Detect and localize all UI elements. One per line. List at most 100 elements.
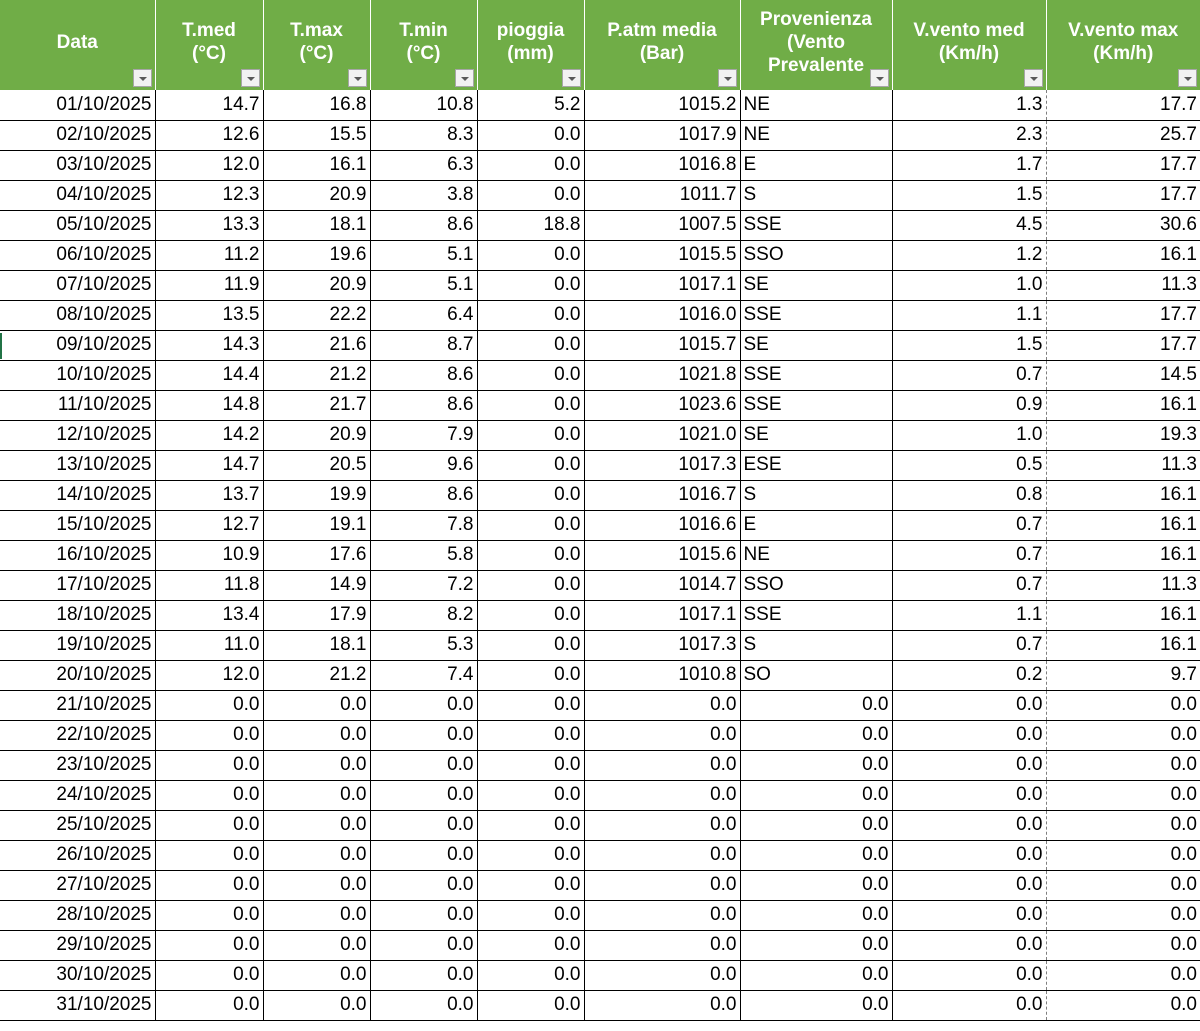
- cell-t-max[interactable]: 0.0: [263, 780, 371, 811]
- cell-t-min[interactable]: 5.3: [370, 630, 478, 661]
- cell-provenienza[interactable]: SE: [740, 270, 893, 301]
- cell-t-min[interactable]: 7.4: [370, 660, 478, 691]
- cell-provenienza[interactable]: 0.0: [740, 810, 893, 841]
- cell-t-max[interactable]: 14.9: [263, 570, 371, 601]
- cell-v-vento-max[interactable]: 0.0: [1046, 990, 1200, 1021]
- cell-date[interactable]: 16/10/2025: [0, 540, 156, 571]
- cell-p-atm[interactable]: 0.0: [584, 720, 741, 751]
- cell-pioggia[interactable]: 0.0: [477, 270, 585, 301]
- cell-v-vento-max[interactable]: 16.1: [1046, 630, 1200, 661]
- filter-dropdown-icon[interactable]: [454, 69, 474, 87]
- cell-date[interactable]: 14/10/2025: [0, 480, 156, 511]
- cell-t-med[interactable]: 12.3: [155, 180, 264, 211]
- cell-provenienza[interactable]: 0.0: [740, 870, 893, 901]
- cell-t-min[interactable]: 0.0: [370, 690, 478, 721]
- cell-v-vento-max[interactable]: 11.3: [1046, 450, 1200, 481]
- cell-provenienza[interactable]: S: [740, 180, 893, 211]
- cell-t-max[interactable]: 0.0: [263, 930, 371, 961]
- cell-p-atm[interactable]: 1017.9: [584, 120, 741, 151]
- filter-dropdown-icon[interactable]: [717, 69, 737, 87]
- cell-v-vento-max[interactable]: 11.3: [1046, 570, 1200, 601]
- cell-v-vento-max[interactable]: 17.7: [1046, 330, 1200, 361]
- cell-v-vento-med[interactable]: 0.0: [892, 720, 1047, 751]
- cell-t-med[interactable]: 0.0: [155, 690, 264, 721]
- cell-t-med[interactable]: 13.3: [155, 210, 264, 241]
- cell-t-max[interactable]: 0.0: [263, 840, 371, 871]
- cell-t-min[interactable]: 0.0: [370, 840, 478, 871]
- cell-t-max[interactable]: 0.0: [263, 690, 371, 721]
- cell-t-med[interactable]: 0.0: [155, 900, 264, 931]
- cell-t-max[interactable]: 20.9: [263, 270, 371, 301]
- cell-t-min[interactable]: 10.8: [370, 90, 478, 121]
- cell-p-atm[interactable]: 1011.7: [584, 180, 741, 211]
- cell-t-min[interactable]: 3.8: [370, 180, 478, 211]
- cell-t-med[interactable]: 12.0: [155, 660, 264, 691]
- cell-date[interactable]: 26/10/2025: [0, 840, 156, 871]
- cell-pioggia[interactable]: 0.0: [477, 600, 585, 631]
- cell-date[interactable]: 08/10/2025: [0, 300, 156, 331]
- cell-p-atm[interactable]: 1007.5: [584, 210, 741, 241]
- cell-t-max[interactable]: 18.1: [263, 210, 371, 241]
- cell-p-atm[interactable]: 1015.7: [584, 330, 741, 361]
- cell-p-atm[interactable]: 1023.6: [584, 390, 741, 421]
- cell-date[interactable]: 11/10/2025: [0, 390, 156, 421]
- cell-t-max[interactable]: 0.0: [263, 990, 371, 1021]
- cell-v-vento-max[interactable]: 0.0: [1046, 810, 1200, 841]
- cell-t-min[interactable]: 0.0: [370, 930, 478, 961]
- cell-provenienza[interactable]: NE: [740, 120, 893, 151]
- cell-date[interactable]: 28/10/2025: [0, 900, 156, 931]
- cell-v-vento-max[interactable]: 17.7: [1046, 90, 1200, 121]
- cell-t-min[interactable]: 5.8: [370, 540, 478, 571]
- cell-date[interactable]: 12/10/2025: [0, 420, 156, 451]
- cell-t-med[interactable]: 14.4: [155, 360, 264, 391]
- cell-t-min[interactable]: 0.0: [370, 870, 478, 901]
- cell-v-vento-med[interactable]: 1.0: [892, 420, 1047, 451]
- cell-t-max[interactable]: 0.0: [263, 720, 371, 751]
- cell-t-max[interactable]: 16.1: [263, 150, 371, 181]
- cell-t-med[interactable]: 11.2: [155, 240, 264, 271]
- cell-v-vento-med[interactable]: 1.5: [892, 180, 1047, 211]
- cell-date[interactable]: 05/10/2025: [0, 210, 156, 241]
- cell-p-atm[interactable]: 1016.7: [584, 480, 741, 511]
- cell-v-vento-max[interactable]: 0.0: [1046, 840, 1200, 871]
- cell-p-atm[interactable]: 1017.3: [584, 630, 741, 661]
- cell-v-vento-max[interactable]: 16.1: [1046, 240, 1200, 271]
- cell-v-vento-med[interactable]: 1.1: [892, 600, 1047, 631]
- cell-t-med[interactable]: 12.7: [155, 510, 264, 541]
- cell-date[interactable]: 07/10/2025: [0, 270, 156, 301]
- cell-p-atm[interactable]: 1015.6: [584, 540, 741, 571]
- cell-provenienza[interactable]: SE: [740, 420, 893, 451]
- cell-v-vento-med[interactable]: 0.7: [892, 540, 1047, 571]
- cell-v-vento-max[interactable]: 17.7: [1046, 180, 1200, 211]
- cell-t-min[interactable]: 5.1: [370, 270, 478, 301]
- cell-provenienza[interactable]: SSE: [740, 390, 893, 421]
- cell-t-med[interactable]: 11.8: [155, 570, 264, 601]
- cell-provenienza[interactable]: SSO: [740, 240, 893, 271]
- cell-v-vento-med[interactable]: 1.5: [892, 330, 1047, 361]
- cell-v-vento-med[interactable]: 0.7: [892, 510, 1047, 541]
- cell-provenienza[interactable]: SSE: [740, 210, 893, 241]
- cell-t-med[interactable]: 0.0: [155, 990, 264, 1021]
- cell-pioggia[interactable]: 0.0: [477, 840, 585, 871]
- cell-v-vento-med[interactable]: 0.9: [892, 390, 1047, 421]
- cell-p-atm[interactable]: 1014.7: [584, 570, 741, 601]
- cell-v-vento-max[interactable]: 0.0: [1046, 870, 1200, 901]
- cell-t-med[interactable]: 14.3: [155, 330, 264, 361]
- cell-t-med[interactable]: 10.9: [155, 540, 264, 571]
- cell-t-med[interactable]: 13.7: [155, 480, 264, 511]
- cell-pioggia[interactable]: 0.0: [477, 300, 585, 331]
- cell-t-med[interactable]: 13.4: [155, 600, 264, 631]
- cell-date[interactable]: 27/10/2025: [0, 870, 156, 901]
- cell-date[interactable]: 15/10/2025: [0, 510, 156, 541]
- cell-date[interactable]: 17/10/2025: [0, 570, 156, 601]
- filter-dropdown-icon[interactable]: [561, 69, 581, 87]
- cell-p-atm[interactable]: 0.0: [584, 930, 741, 961]
- cell-t-min[interactable]: 8.6: [370, 480, 478, 511]
- cell-provenienza[interactable]: 0.0: [740, 990, 893, 1021]
- cell-p-atm[interactable]: 0.0: [584, 840, 741, 871]
- cell-t-min[interactable]: 0.0: [370, 900, 478, 931]
- cell-pioggia[interactable]: 0.0: [477, 480, 585, 511]
- cell-pioggia[interactable]: 0.0: [477, 570, 585, 601]
- cell-date[interactable]: 23/10/2025: [0, 750, 156, 781]
- cell-t-min[interactable]: 0.0: [370, 720, 478, 751]
